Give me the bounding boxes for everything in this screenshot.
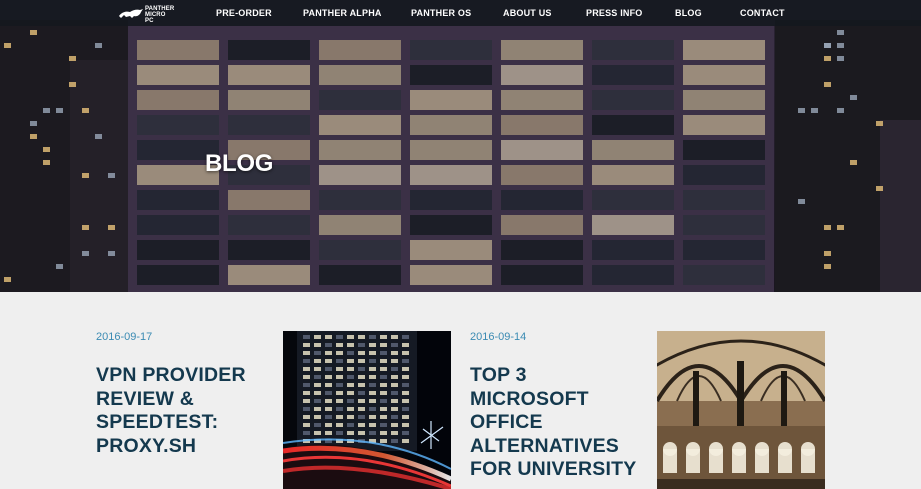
hero-building-image <box>0 0 921 292</box>
library-hall-image <box>657 331 825 489</box>
hero-title: BLOG <box>205 150 274 177</box>
post-date: 2016-09-17 <box>96 331 153 343</box>
nav-item-panther-os[interactable]: PANTHER OS <box>411 8 471 18</box>
panther-logo[interactable]: PANTHER MICRO PC <box>118 5 174 24</box>
panther-icon <box>119 9 143 18</box>
nav-item-about-us[interactable]: ABOUT US <box>503 8 552 18</box>
blog-post-list: 2016-09-17 VPN PROVIDER REVIEW & SPEEDTE… <box>0 292 921 489</box>
post-date: 2016-09-14 <box>470 331 527 343</box>
logo-line-2: MICRO PC <box>145 12 166 24</box>
logo-text: PANTHER MICRO PC <box>145 6 174 24</box>
post-thumbnail[interactable] <box>657 331 825 489</box>
nav-item-press-info[interactable]: PRESS INFO <box>586 8 643 18</box>
skyscraper-night-image <box>283 331 451 489</box>
post-title-link[interactable]: VPN PROVIDER REVIEW & SPEEDTEST: PROXY.S… <box>96 364 271 458</box>
post-title-link[interactable]: TOP 3 MICROSOFT OFFICE ALTERNATIVES FOR … <box>470 364 645 482</box>
nav-item-panther-alpha[interactable]: PANTHER ALPHA <box>303 8 382 18</box>
nav-item-blog[interactable]: BLOG <box>675 8 702 18</box>
nav-item-pre-order[interactable]: PRE-ORDER <box>216 8 272 18</box>
nav-item-contact[interactable]: CONTACT <box>740 8 785 18</box>
hero-banner: BLOG <box>0 0 921 292</box>
post-thumbnail[interactable] <box>283 331 451 489</box>
top-navbar: PANTHER MICRO PC PRE-ORDER PANTHER ALPHA… <box>0 0 921 26</box>
